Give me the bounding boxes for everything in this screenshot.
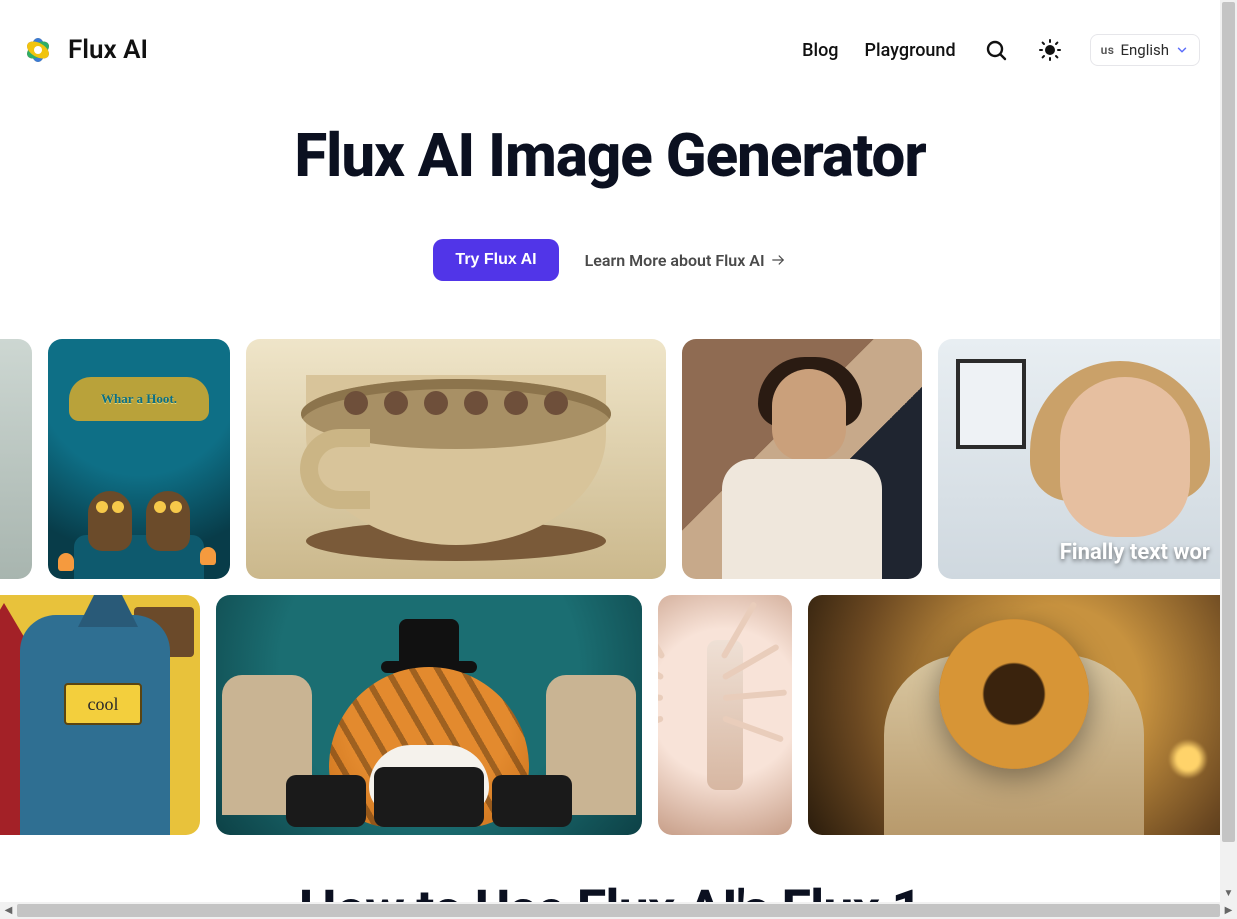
chevron-down-icon [1175, 43, 1189, 57]
brand-name: Flux AI [68, 35, 148, 65]
scroll-thumb[interactable] [17, 904, 1220, 917]
gallery-tile[interactable] [216, 595, 642, 835]
language-code: us [1101, 43, 1115, 57]
tile-caption: Finally text wor [1060, 540, 1210, 565]
learn-more-label: Learn More about Flux AI [585, 251, 765, 270]
nav-blog[interactable]: Blog [802, 40, 838, 61]
scroll-left-icon[interactable]: ◀ [0, 902, 17, 919]
tile-text: cool [64, 683, 142, 725]
gallery-tile[interactable] [658, 595, 792, 835]
gallery-row-2: cool [0, 595, 1220, 835]
gallery-tile[interactable]: cool [0, 595, 200, 835]
cta-row: Try Flux AI Learn More about Flux AI [0, 239, 1220, 281]
arrow-right-icon [769, 253, 787, 267]
gallery-row-1: Whar a Hoot. Finally text wor [0, 339, 1220, 579]
howto-section: How to Use Flux AI's Flux 1 [0, 879, 1220, 902]
gallery-tile[interactable] [682, 339, 922, 579]
gallery-tile[interactable] [0, 339, 32, 579]
primary-nav: Blog Playground [802, 34, 1200, 66]
nav-playground[interactable]: Playground [865, 40, 956, 61]
language-label: English [1120, 41, 1169, 59]
theme-toggle-icon[interactable] [1036, 36, 1064, 64]
site-header: Flux AI Blog Playground [0, 0, 1220, 100]
brand-logo-icon [20, 32, 56, 68]
gallery-tile[interactable] [246, 339, 666, 579]
tile-text: Whar a Hoot. [69, 377, 209, 421]
horizontal-scrollbar[interactable]: ◀ ▶ [0, 902, 1237, 919]
hero: Flux AI Image Generator Try Flux AI Lear… [0, 100, 1220, 291]
try-button[interactable]: Try Flux AI [433, 239, 558, 281]
search-icon[interactable] [982, 36, 1010, 64]
vertical-scrollbar[interactable]: ▲ ▼ [1220, 0, 1237, 902]
gallery-tile[interactable]: Finally text wor [938, 339, 1220, 579]
page-title: Flux AI Image Generator [0, 120, 1220, 191]
brand[interactable]: Flux AI [20, 32, 148, 68]
gallery: Whar a Hoot. Finally text wor [0, 339, 1220, 835]
gallery-tile[interactable]: Whar a Hoot. [48, 339, 230, 579]
howto-title: How to Use Flux AI's Flux 1 [0, 879, 1220, 902]
learn-more-link[interactable]: Learn More about Flux AI [585, 251, 787, 270]
gallery-tile[interactable] [808, 595, 1220, 835]
scroll-thumb[interactable] [1222, 2, 1235, 842]
language-selector[interactable]: us English [1090, 34, 1200, 66]
scroll-right-icon[interactable]: ▶ [1220, 902, 1237, 919]
scroll-down-icon[interactable]: ▼ [1220, 885, 1237, 902]
